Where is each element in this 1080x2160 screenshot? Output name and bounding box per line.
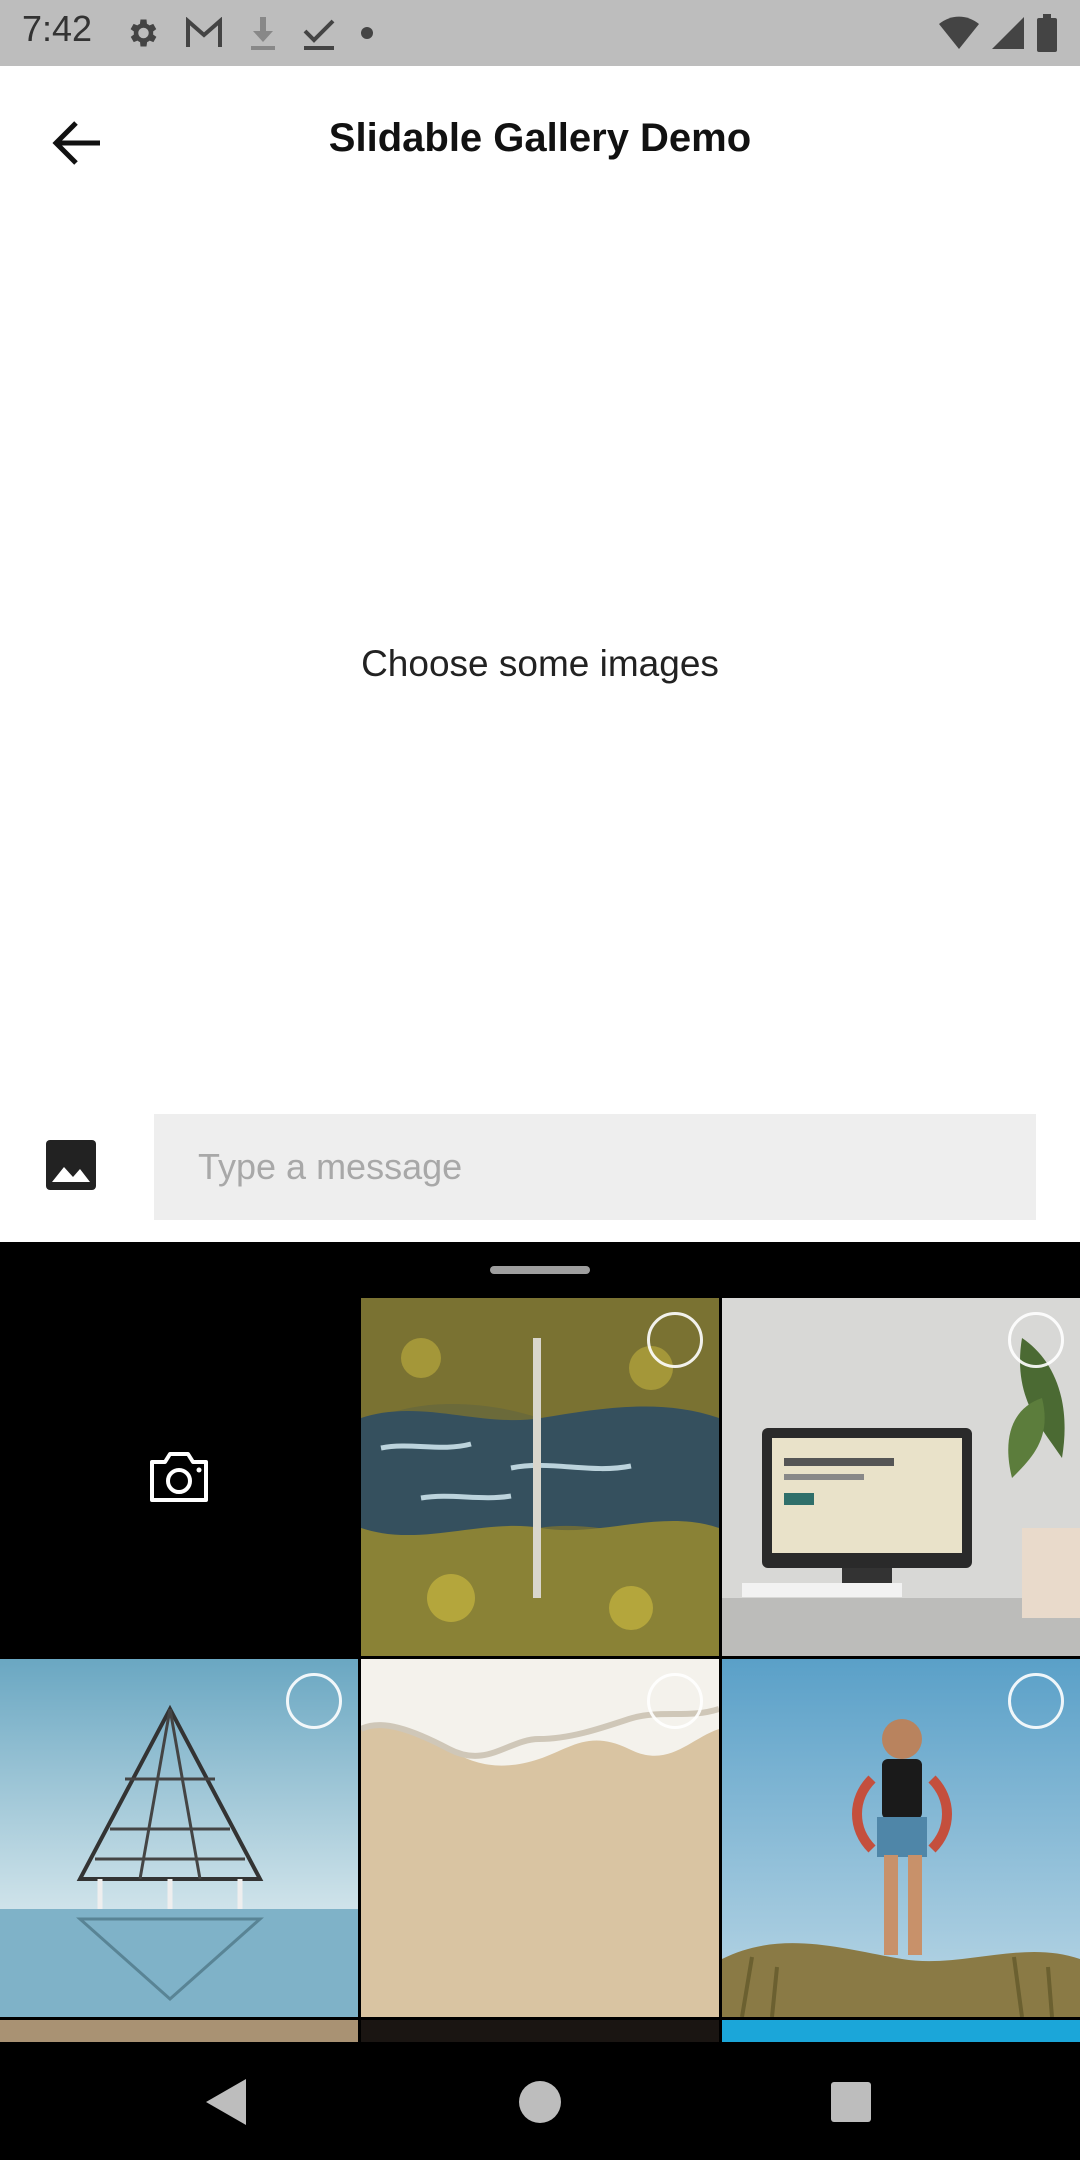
page-title: Slidable Gallery Demo bbox=[328, 116, 752, 160]
drag-handle[interactable] bbox=[490, 1266, 590, 1274]
wifi-icon bbox=[939, 16, 979, 49]
gmail-icon bbox=[186, 17, 222, 47]
signal-icon bbox=[992, 17, 1024, 49]
photo-tile[interactable] bbox=[361, 1659, 719, 2017]
nav-back-button[interactable] bbox=[196, 2072, 256, 2132]
select-toggle[interactable] bbox=[1008, 1673, 1064, 1729]
photo-tile[interactable] bbox=[722, 1298, 1080, 1656]
recents-square-icon bbox=[831, 2082, 871, 2122]
camera-icon bbox=[150, 1452, 208, 1502]
gallery-sheet bbox=[0, 1242, 1080, 2042]
status-icons-right bbox=[938, 10, 1058, 56]
gallery-button[interactable] bbox=[46, 1140, 108, 1202]
download-icon bbox=[251, 17, 275, 50]
settings-icon bbox=[130, 19, 157, 47]
check-icon bbox=[303, 19, 335, 50]
nav-home-button[interactable] bbox=[510, 2072, 570, 2132]
select-toggle[interactable] bbox=[647, 1312, 703, 1368]
home-circle-icon bbox=[519, 2081, 561, 2123]
nav-recents-button[interactable] bbox=[821, 2072, 881, 2132]
image-icon bbox=[46, 1140, 96, 1190]
photo-tile[interactable] bbox=[0, 1659, 358, 2017]
battery-icon bbox=[1037, 14, 1057, 52]
photo-tile[interactable] bbox=[361, 1298, 719, 1656]
status-bar: 7:42 bbox=[0, 0, 1080, 66]
message-input[interactable] bbox=[154, 1114, 1036, 1220]
photo-tile-partial[interactable] bbox=[722, 2020, 1080, 2042]
photo-tile-partial[interactable] bbox=[361, 2020, 719, 2042]
navigation-bar bbox=[0, 2042, 1080, 2160]
photo-tile[interactable] bbox=[722, 1659, 1080, 2017]
status-icons-left bbox=[124, 10, 374, 56]
dot-icon bbox=[361, 27, 373, 39]
select-toggle[interactable] bbox=[1008, 1312, 1064, 1368]
photo-tile-partial[interactable] bbox=[0, 2020, 358, 2042]
select-toggle[interactable] bbox=[647, 1673, 703, 1729]
message-composer bbox=[0, 1100, 1080, 1242]
back-triangle-icon bbox=[206, 2079, 246, 2125]
select-toggle[interactable] bbox=[286, 1673, 342, 1729]
camera-tile[interactable] bbox=[0, 1298, 358, 1656]
app-bar: Slidable Gallery Demo bbox=[0, 66, 1080, 218]
status-time: 7:42 bbox=[22, 8, 93, 49]
empty-state-message: Choose some images bbox=[361, 643, 719, 684]
